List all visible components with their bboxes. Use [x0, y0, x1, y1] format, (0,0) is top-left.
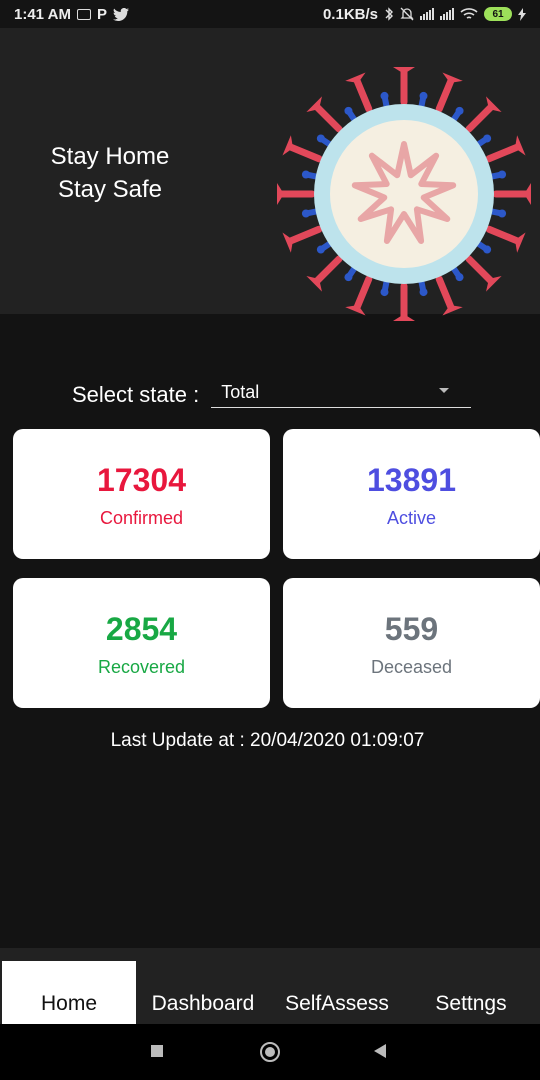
- photo-icon: [76, 8, 91, 20]
- tab-home[interactable]: Home: [2, 961, 136, 1024]
- p-icon: P: [96, 5, 107, 23]
- signal-icon-2: [440, 8, 454, 20]
- active-count: 13891: [367, 461, 456, 498]
- bottom-nav: Home Dashboard SelfAssess Settngs: [0, 948, 540, 1024]
- status-bar: 1:41 AM P 0.1KB/s 61: [0, 0, 540, 28]
- coronavirus-illustration: [277, 67, 531, 321]
- recents-icon[interactable]: [151, 1045, 163, 1057]
- state-label: Select state :: [72, 382, 200, 407]
- confirmed-card: 17304 Confirmed: [13, 429, 270, 559]
- bluetooth-icon: [385, 7, 393, 21]
- confirmed-count: 17304: [97, 461, 186, 498]
- twitter-icon: [112, 7, 129, 21]
- recovered-label: Recovered: [97, 656, 186, 677]
- tab-settings[interactable]: Settngs: [404, 961, 538, 1024]
- confirmed-label: Confirmed: [99, 507, 184, 528]
- deceased-label: Deceased: [370, 656, 453, 677]
- active-label: Active: [386, 507, 437, 528]
- dropdown-caret-icon: [439, 388, 450, 393]
- tab-selfassess[interactable]: SelfAssess: [270, 961, 404, 1024]
- battery-icon: 61: [484, 7, 512, 21]
- recovered-count: 2854: [105, 610, 178, 647]
- status-time: 1:41 AM: [14, 5, 71, 23]
- system-nav-bar: [0, 1024, 540, 1080]
- recovered-card: 2854 Recovered: [13, 578, 270, 708]
- slogan-line-1: Stay Home: [50, 143, 170, 170]
- slogan: Stay Home Stay Safe: [20, 140, 200, 206]
- state-dropdown[interactable]: Total: [211, 380, 472, 408]
- wifi-icon: [460, 8, 478, 19]
- last-update-text: Last Update at : 20/04/2020 01:09:07: [110, 730, 425, 751]
- charging-icon: [518, 7, 526, 21]
- mute-icon: [400, 7, 414, 21]
- signal-icon: [420, 8, 434, 20]
- state-dropdown-value: Total: [221, 382, 260, 402]
- active-card: 13891 Active: [283, 429, 540, 559]
- tab-dashboard[interactable]: Dashboard: [136, 961, 270, 1024]
- deceased-card: 559 Deceased: [283, 578, 540, 708]
- slogan-line-2: Stay Safe: [57, 176, 163, 203]
- back-icon[interactable]: [374, 1044, 386, 1058]
- home-icon[interactable]: [260, 1042, 280, 1062]
- state-selector-row: Select state : Total: [72, 380, 472, 408]
- header-banner: Stay Home Stay Safe: [0, 28, 540, 321]
- network-speed: 0.1KB/s: [322, 5, 378, 23]
- deceased-count: 559: [384, 610, 439, 647]
